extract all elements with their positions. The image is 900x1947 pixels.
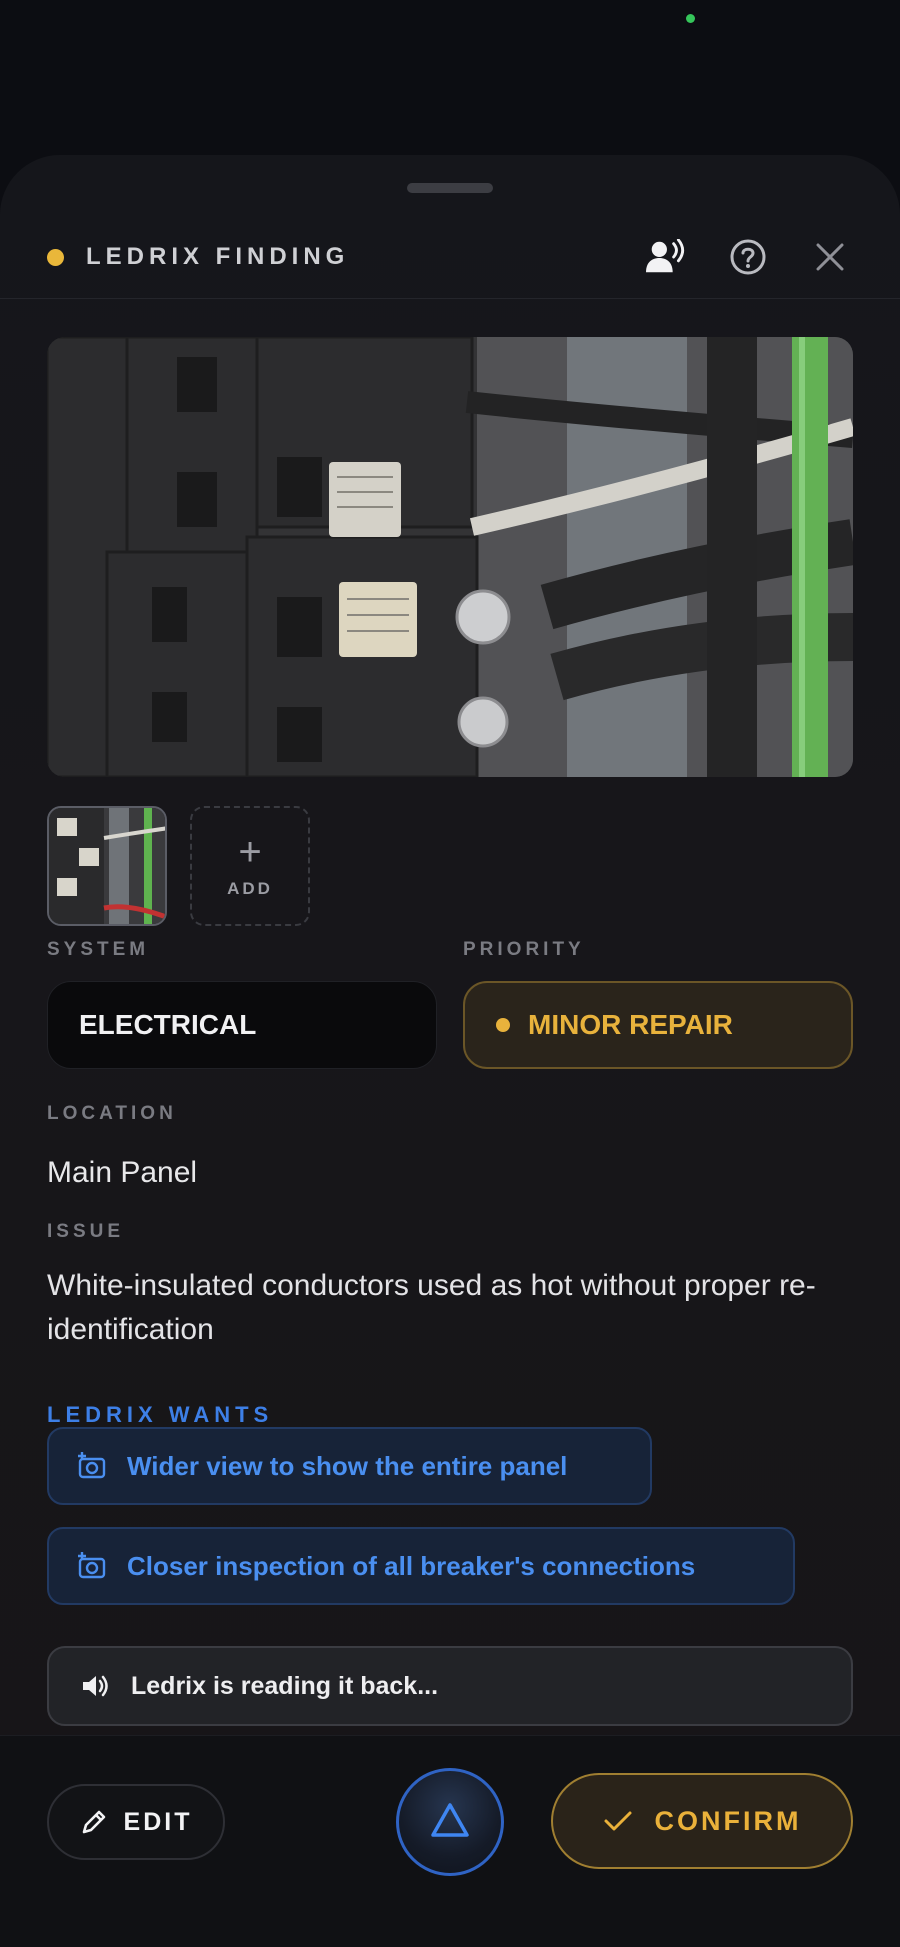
photo-thumbnail[interactable] xyxy=(47,806,167,926)
sheet-title: LEDRIX FINDING xyxy=(86,243,350,270)
add-photo-button[interactable]: + ADD xyxy=(190,806,310,926)
want-chip-closer-inspection[interactable]: Closer inspection of all breaker's conne… xyxy=(47,1527,795,1605)
want-chip-label: Wider view to show the entire panel xyxy=(127,1450,568,1481)
finding-sheet: LEDRIX FINDING + ADD SYSTEM PRIORITY ELE… xyxy=(0,155,900,1947)
confirm-label: CONFIRM xyxy=(654,1805,802,1836)
pencil-icon xyxy=(80,1808,108,1836)
priority-dot xyxy=(496,1018,510,1032)
camera-add-icon xyxy=(77,1452,107,1480)
speaker-icon xyxy=(81,1674,109,1698)
priority-select[interactable]: MINOR REPAIR xyxy=(463,981,853,1069)
readback-text: Ledrix is reading it back... xyxy=(131,1671,439,1700)
location-value[interactable]: Main Panel xyxy=(47,1156,197,1190)
location-label: LOCATION xyxy=(47,1103,177,1124)
voice-icon[interactable] xyxy=(646,237,686,277)
priority-value: MINOR REPAIR xyxy=(528,1009,733,1040)
readback-toast: Ledrix is reading it back... xyxy=(47,1646,853,1726)
action-bar: EDIT CONFIRM xyxy=(0,1735,900,1947)
ledrix-wants-label: LEDRIX WANTS xyxy=(47,1402,274,1427)
close-icon[interactable] xyxy=(810,237,850,277)
want-chip-label: Closer inspection of all breaker's conne… xyxy=(127,1550,696,1581)
checkmark-icon xyxy=(603,1809,633,1833)
issue-value[interactable]: White-insulated conductors used as hot w… xyxy=(47,1264,847,1352)
priority-label: PRIORITY xyxy=(463,939,585,960)
system-select[interactable]: ELECTRICAL xyxy=(47,981,437,1069)
plus-icon: + xyxy=(238,830,262,874)
help-icon[interactable] xyxy=(728,237,768,277)
issue-label: ISSUE xyxy=(47,1221,125,1242)
want-chip-wider-view[interactable]: Wider view to show the entire panel xyxy=(47,1427,652,1505)
edit-label: EDIT xyxy=(123,1807,193,1836)
system-label: SYSTEM xyxy=(47,939,150,960)
finding-photo[interactable] xyxy=(47,337,853,777)
add-photo-label: ADD xyxy=(227,879,273,898)
sheet-grabber[interactable] xyxy=(407,183,493,193)
ledrix-assistant-button[interactable] xyxy=(396,1768,504,1876)
status-indicator-dot xyxy=(686,14,695,23)
confirm-button[interactable]: CONFIRM xyxy=(551,1773,853,1869)
edit-button[interactable]: EDIT xyxy=(47,1784,225,1860)
ledrix-logo-icon xyxy=(430,1802,470,1843)
camera-add-icon xyxy=(77,1552,107,1580)
finding-status-dot xyxy=(47,249,64,266)
sheet-header: LEDRIX FINDING xyxy=(0,215,900,299)
